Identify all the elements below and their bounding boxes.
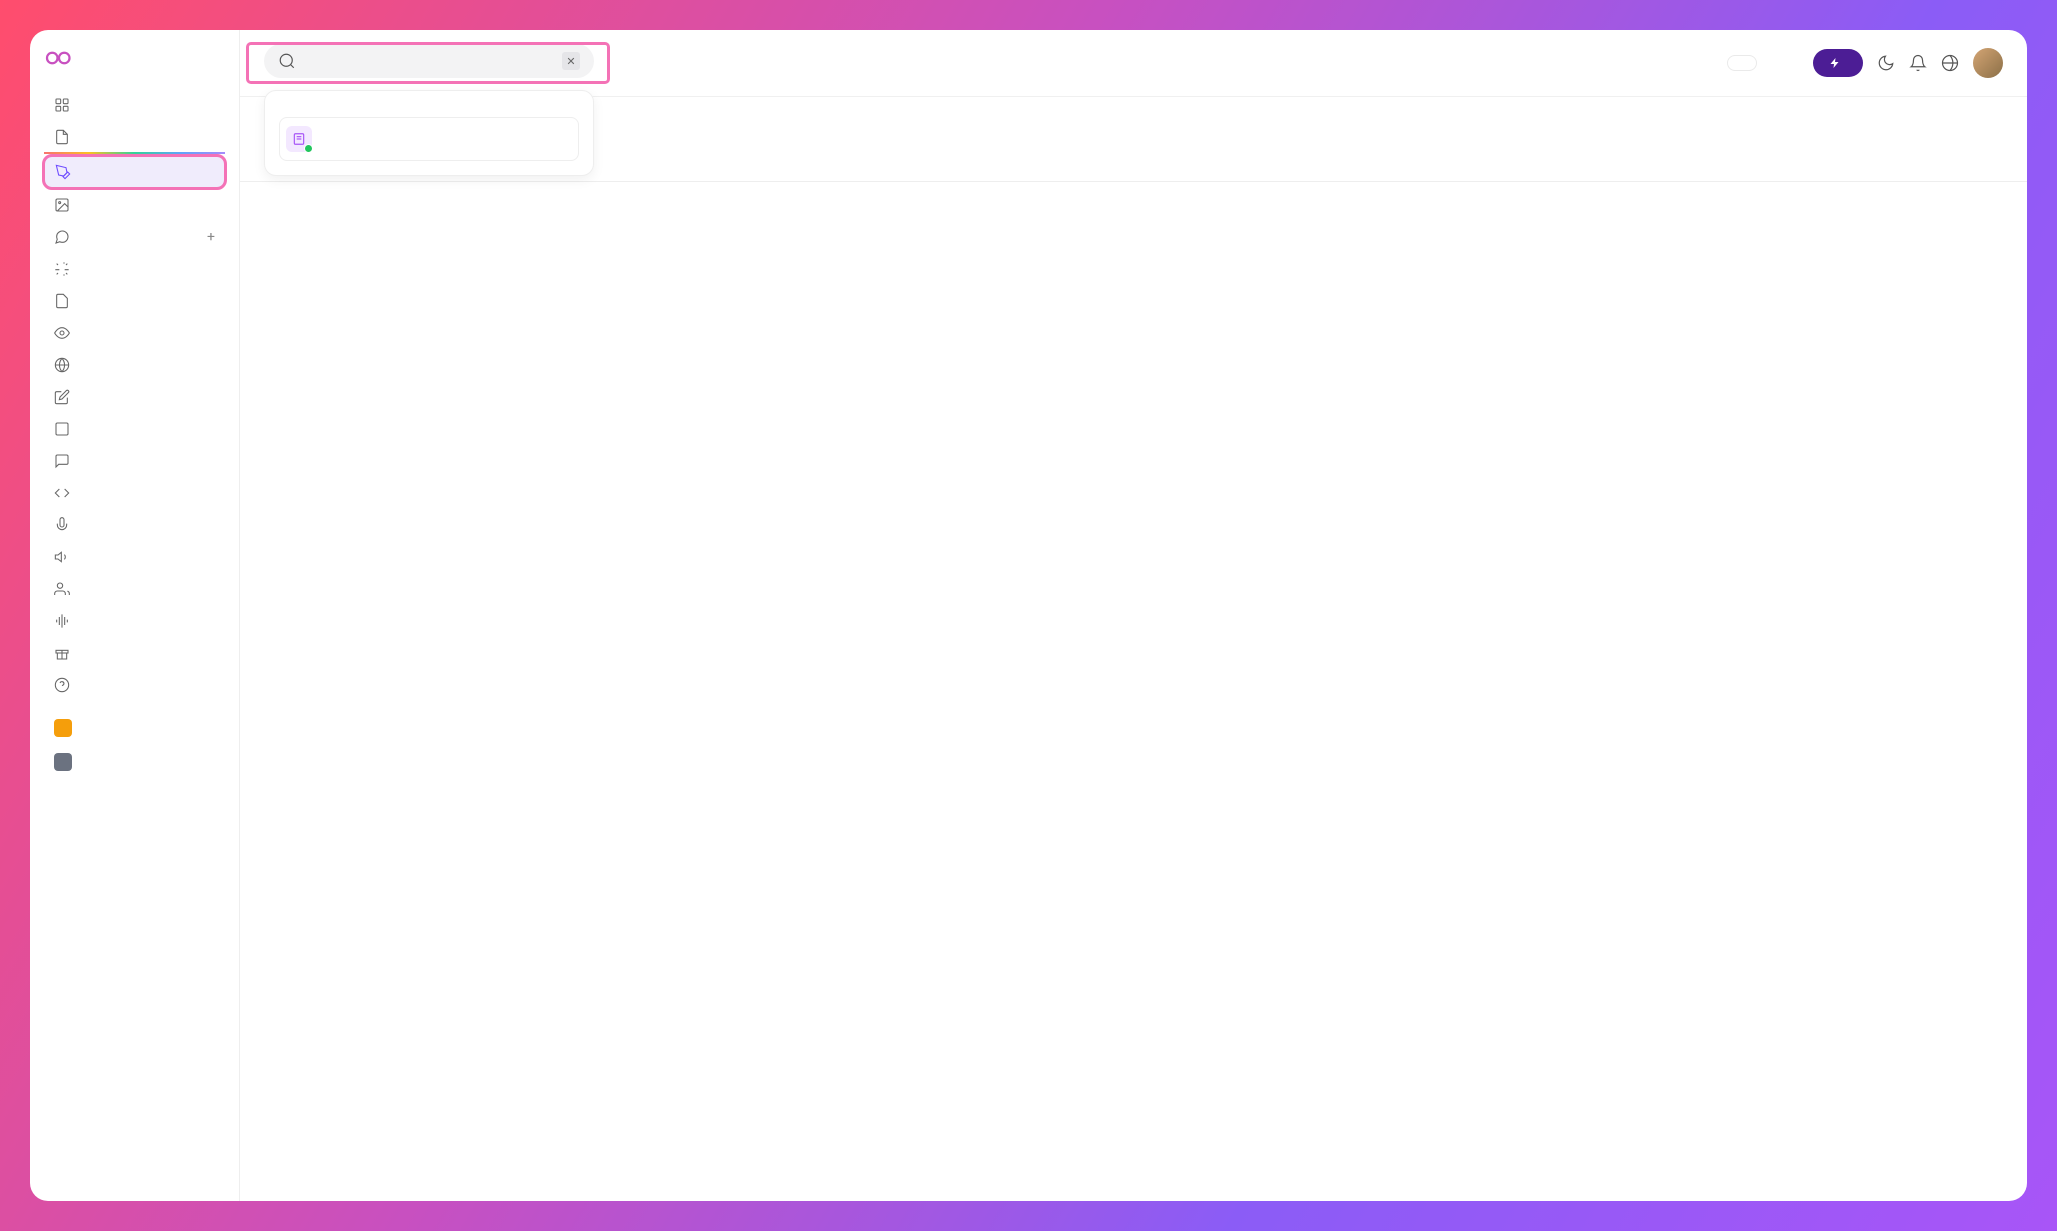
image-icon — [54, 421, 70, 437]
plus-icon[interactable]: + — [207, 229, 215, 245]
mic-icon — [54, 517, 70, 533]
edit-icon — [54, 389, 70, 405]
globe-icon[interactable] — [1941, 54, 1959, 72]
nav-chat-image[interactable] — [44, 414, 225, 444]
search-bar[interactable]: ✕ — [264, 44, 594, 78]
nav-ai-writer[interactable] — [44, 156, 225, 188]
message-icon — [54, 453, 70, 469]
search-icon — [278, 52, 296, 70]
code-icon — [54, 485, 70, 501]
nav-vision[interactable] — [44, 318, 225, 348]
nav-ai-chat[interactable] — [44, 446, 225, 476]
gift-icon — [54, 645, 70, 661]
voice-icon — [54, 613, 70, 629]
nav-documents[interactable] — [44, 122, 225, 154]
document-icon — [54, 129, 70, 145]
result-icon — [286, 126, 312, 152]
nav-voiceover[interactable] — [44, 542, 225, 572]
logo-icon — [44, 48, 80, 68]
nav-ai-code[interactable] — [44, 478, 225, 508]
wand-icon — [54, 261, 70, 277]
badge-w — [54, 753, 72, 771]
sidebar: + — [30, 30, 240, 1201]
pen-icon — [55, 164, 71, 180]
search-clear-button[interactable]: ✕ — [562, 52, 580, 70]
users-icon — [54, 581, 70, 597]
nav-chat-settings[interactable]: + — [44, 222, 225, 252]
nav-web-chat[interactable] — [44, 350, 225, 380]
link-favorites[interactable] — [44, 712, 225, 744]
nav-team[interactable] — [44, 574, 225, 604]
image-icon — [54, 197, 70, 213]
search-input[interactable] — [304, 54, 554, 69]
bolt-icon — [1829, 57, 1841, 69]
badge-f — [54, 719, 72, 737]
moon-icon[interactable] — [1877, 54, 1895, 72]
nav-article-wizard[interactable] — [44, 254, 225, 284]
search-dropdown — [264, 90, 594, 176]
admin-panel-button[interactable] — [1727, 55, 1757, 71]
search-highlight-box: ✕ — [248, 44, 608, 82]
avatar[interactable] — [1973, 48, 2003, 78]
upgrade-button[interactable] — [1813, 49, 1863, 77]
globe-icon — [54, 357, 70, 373]
nav-affiliates[interactable] — [44, 638, 225, 668]
nav-speech-to-text[interactable] — [44, 510, 225, 540]
nav-rewriter[interactable] — [44, 382, 225, 412]
nav-support[interactable] — [44, 670, 225, 700]
dashboard-icon — [54, 97, 70, 113]
bell-icon[interactable] — [1909, 54, 1927, 72]
subscription-status[interactable] — [1771, 56, 1799, 70]
search-result-item[interactable] — [279, 117, 579, 161]
nav-brand-voice[interactable] — [44, 606, 225, 636]
eye-icon — [54, 325, 70, 341]
nav-file-chat[interactable] — [44, 286, 225, 316]
link-workbook[interactable] — [44, 746, 225, 778]
nav-ai-image[interactable] — [44, 190, 225, 220]
help-icon — [54, 677, 70, 693]
speaker-icon — [54, 549, 70, 565]
topbar: ✕ — [240, 30, 2027, 97]
nav-dashboard[interactable] — [44, 90, 225, 120]
file-icon — [54, 293, 70, 309]
logo[interactable] — [44, 48, 225, 68]
chat-icon — [54, 229, 70, 245]
